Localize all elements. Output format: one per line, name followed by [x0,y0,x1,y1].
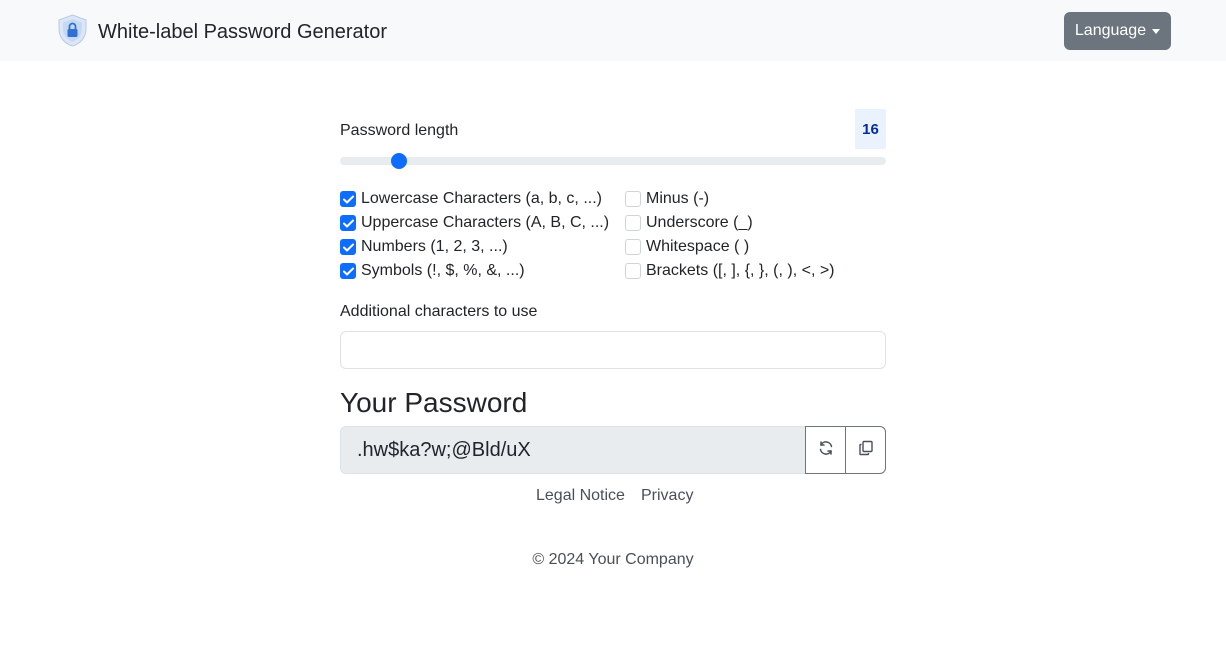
option-checkbox[interactable] [625,239,641,255]
option-row[interactable]: Minus (-) [625,189,709,209]
password-heading: Your Password [340,387,528,418]
password-length-label: Password length [340,122,459,139]
option-checkbox[interactable] [625,263,641,279]
language-dropdown-button[interactable]: Language [1064,12,1171,50]
checkmark-icon [342,219,354,227]
regenerate-button[interactable] [805,426,846,474]
shield-lock-icon[interactable] [57,14,88,47]
option-row[interactable]: Brackets ([, ], {, }, (, ), <, >) [625,261,835,281]
option-row[interactable]: Numbers (1, 2, 3, ...) [340,237,508,257]
password-length-value: 16 [855,109,886,149]
option-label: Brackets ([, ], {, }, (, ), <, >) [646,262,835,279]
option-checkbox[interactable] [340,215,356,231]
option-label: Symbols (!, $, %, &, ...) [361,262,525,279]
option-checkbox[interactable] [625,215,641,231]
option-label: Numbers (1, 2, 3, ...) [361,238,508,255]
generated-password-field[interactable]: .hw$ka?w;@Bld/uX [340,426,806,474]
option-checkbox[interactable] [340,191,356,207]
password-length-slider[interactable] [340,157,886,165]
additional-characters-label: Additional characters to use [340,303,538,320]
option-label: Minus (-) [646,190,710,207]
copy-icon [858,440,874,461]
option-label: Whitespace ( ) [646,238,750,255]
app-title[interactable]: White-label Password Generator [98,19,387,45]
refresh-icon [818,440,834,461]
legal-notice-link[interactable]: Legal Notice [536,486,625,506]
option-checkbox[interactable] [625,191,641,207]
checkmark-icon [342,195,354,203]
option-row[interactable]: Uppercase Characters (A, B, C, ...) [340,213,609,233]
checkmark-icon [342,243,354,251]
language-label: Language [1074,22,1147,39]
caret-down-icon [1152,29,1161,34]
additional-characters-input[interactable] [340,331,886,369]
copy-button[interactable] [845,426,886,474]
option-row[interactable]: Lowercase Characters (a, b, c, ...) [340,189,602,209]
option-row[interactable]: Symbols (!, $, %, &, ...) [340,261,525,281]
option-checkbox[interactable] [340,263,356,279]
slider-thumb[interactable] [391,153,408,169]
copyright-text: © 2024 Your Company [532,551,694,568]
navbar: White-label Password Generator Language [0,0,1226,61]
option-checkbox[interactable] [340,239,356,255]
option-label: Uppercase Characters (A, B, C, ...) [361,214,610,231]
option-row[interactable]: Whitespace ( ) [625,237,749,257]
option-label: Lowercase Characters (a, b, c, ...) [361,190,602,207]
privacy-link[interactable]: Privacy [641,486,693,506]
checkmark-icon [342,267,354,275]
option-row[interactable]: Underscore (_) [625,213,753,233]
option-label: Underscore (_) [646,214,753,231]
